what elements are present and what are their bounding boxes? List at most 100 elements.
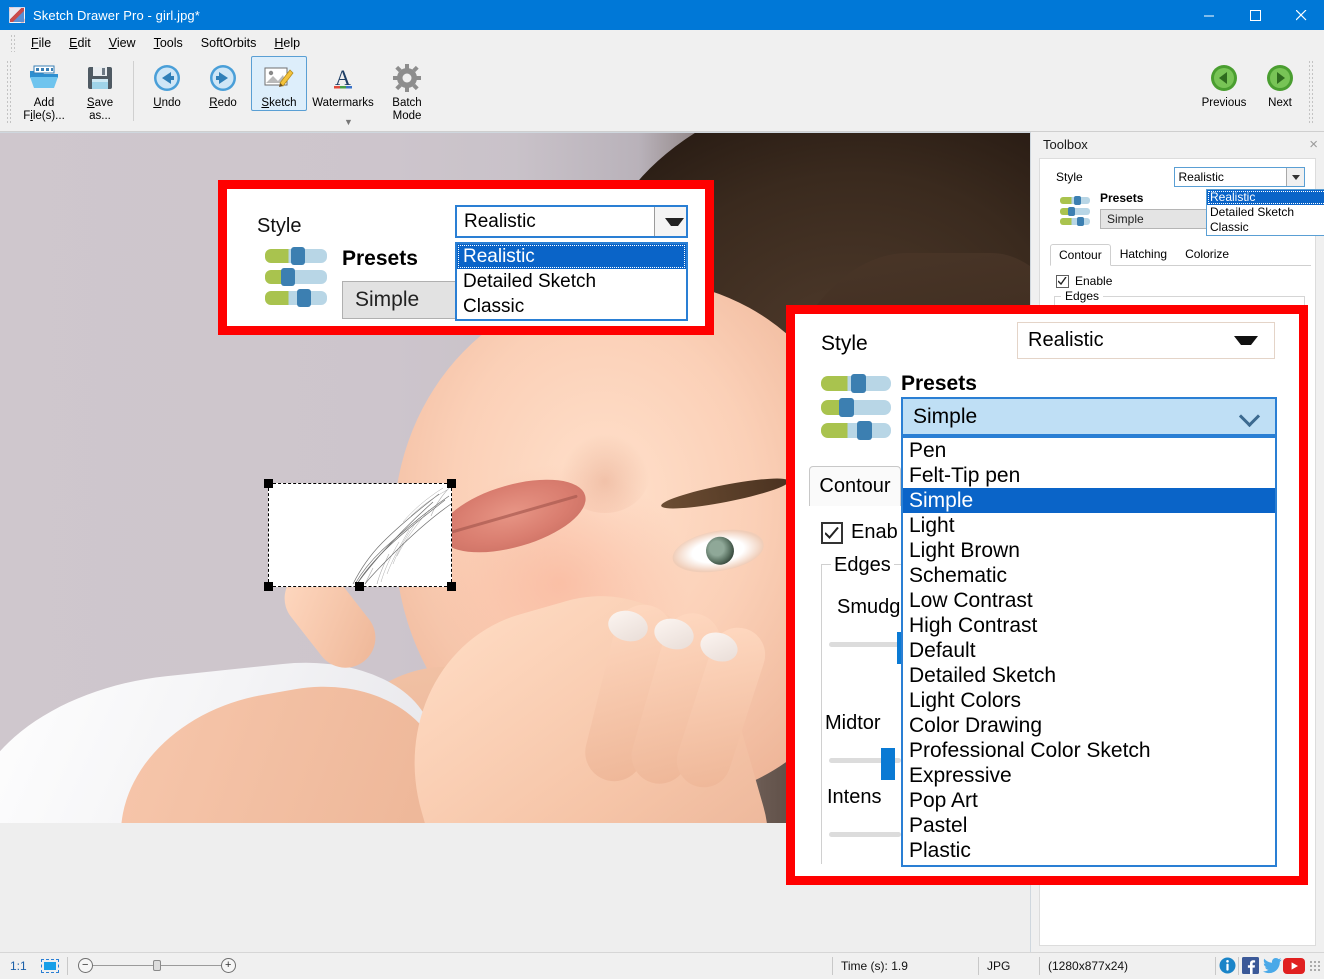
preset-option-pen[interactable]: Pen — [903, 438, 1275, 463]
fit-to-window-icon — [41, 959, 59, 973]
toolbox-title: Toolbox — [1043, 137, 1088, 152]
preset-option-pastel[interactable]: Pastel — [903, 813, 1275, 838]
callout-left-option-detailed-sketch[interactable]: Detailed Sketch — [457, 269, 686, 294]
toolbox-equalizer-icon — [1060, 197, 1090, 225]
next-button[interactable]: Next — [1252, 56, 1308, 111]
toolbox-style-option-classic[interactable]: Classic — [1207, 220, 1324, 235]
toolbox-enable-row[interactable]: Enable — [1040, 266, 1315, 288]
callout-right-presets-chevron-down-icon[interactable] — [1239, 406, 1260, 427]
batch-mode-button[interactable]: Batch Mode — [379, 56, 435, 124]
enable-checkbox[interactable] — [1056, 275, 1069, 288]
preset-option-light[interactable]: Light — [903, 513, 1275, 538]
redo-button[interactable]: Redo — [195, 56, 251, 111]
callout-right-presets-value: Simple — [903, 405, 977, 429]
callout-right-equalizer-icon — [821, 376, 891, 438]
tab-contour[interactable]: Contour — [1050, 244, 1111, 266]
preset-option-high-contrast[interactable]: High Contrast — [903, 613, 1275, 638]
callout-right-style-combo[interactable]: Realistic — [1017, 322, 1275, 359]
toolbar-overflow-icon[interactable]: ▼ — [344, 117, 353, 127]
toolbox-presets-combo[interactable]: Simple — [1100, 209, 1212, 229]
menu-tools[interactable]: Tools — [145, 33, 192, 53]
toolbox-header: Toolbox × — [1031, 132, 1324, 156]
zoom-in-button[interactable]: + — [221, 958, 236, 973]
preset-option-expressive[interactable]: Expressive — [903, 763, 1275, 788]
add-files-button[interactable]: Add File(s)... — [16, 56, 72, 124]
callout-left-option-classic[interactable]: Classic — [457, 294, 686, 319]
facebook-button[interactable] — [1239, 953, 1261, 979]
preset-option-schematic[interactable]: Schematic — [903, 563, 1275, 588]
menu-help[interactable]: Help — [265, 33, 309, 53]
tab-hatching[interactable]: Hatching — [1111, 243, 1176, 265]
twitter-button[interactable] — [1261, 953, 1283, 979]
selection-handle-bottom-left[interactable] — [264, 582, 273, 591]
maximize-button[interactable] — [1232, 0, 1278, 30]
toolbox-style-listbox[interactable]: Realistic Detailed Sketch Classic — [1206, 189, 1324, 236]
sketch-label: Sketch — [261, 97, 296, 110]
callout-right-midtones-slider[interactable] — [829, 752, 901, 768]
callout-right-style-chevron-down-icon[interactable] — [1234, 336, 1258, 345]
menu-file[interactable]: File — [22, 33, 60, 53]
minimize-button[interactable] — [1186, 0, 1232, 30]
preset-option-felt-tip-pen[interactable]: Felt-Tip pen — [903, 463, 1275, 488]
selection-handle-top-left[interactable] — [264, 479, 273, 488]
preset-option-light-colors[interactable]: Light Colors — [903, 688, 1275, 713]
callout-left-chevron-down-icon[interactable] — [654, 207, 686, 236]
preset-option-detailed-sketch[interactable]: Detailed Sketch — [903, 663, 1275, 688]
floppy-disk-icon — [86, 61, 114, 95]
toolbox-close-icon[interactable]: × — [1309, 137, 1318, 152]
callout-right-midtones-label: Midtor — [825, 712, 881, 735]
callout-right-presets-combo[interactable]: Simple — [901, 397, 1277, 436]
callout-right-enable-row[interactable]: Enab — [821, 521, 898, 544]
previous-label: Previous — [1202, 97, 1247, 110]
preset-option-professional-color-sketch[interactable]: Professional Color Sketch — [903, 738, 1275, 763]
callout-left-option-realistic[interactable]: Realistic — [457, 244, 686, 269]
save-as-button[interactable]: Save as... — [72, 56, 128, 124]
selection-handle-bottom-right[interactable] — [447, 582, 456, 591]
toolbar-tools-group: Sketch A Watermarks — [251, 56, 435, 130]
toolbox-style-option-realistic[interactable]: Realistic — [1207, 190, 1324, 205]
selection-handle-bottom-center[interactable] — [355, 582, 364, 591]
toolbox-style-row: Style Realistic — [1040, 159, 1315, 187]
menu-bar: File Edit View Tools SoftOrbits Help — [0, 30, 1324, 56]
previous-button[interactable]: Previous — [1196, 56, 1252, 111]
preset-option-low-contrast[interactable]: Low Contrast — [903, 588, 1275, 613]
window-title: Sketch Drawer Pro - girl.jpg* — [33, 8, 200, 23]
resize-grip-icon[interactable] — [1309, 960, 1321, 972]
fit-to-window-button[interactable] — [33, 953, 67, 979]
callout-left-style-listbox[interactable]: Realistic Detailed Sketch Classic — [455, 242, 688, 321]
callout-right-intensity-slider[interactable] — [829, 826, 901, 842]
menu-edit[interactable]: Edit — [60, 33, 100, 53]
toolbox-style-chevron-down-icon[interactable] — [1286, 168, 1304, 186]
zoom-out-button[interactable]: − — [78, 958, 93, 973]
preset-option-light-brown[interactable]: Light Brown — [903, 538, 1275, 563]
close-button[interactable] — [1278, 0, 1324, 30]
info-button[interactable] — [1216, 953, 1238, 979]
preset-option-color-drawing[interactable]: Color Drawing — [903, 713, 1275, 738]
callout-right-smudge-slider[interactable] — [829, 636, 901, 652]
undo-label: Undo — [153, 97, 181, 110]
preset-option-plastic[interactable]: Plastic — [903, 838, 1275, 863]
toolbox-style-combo[interactable]: Realistic — [1174, 167, 1305, 187]
watermarks-button[interactable]: A Watermarks — [307, 56, 379, 111]
tab-colorize[interactable]: Colorize — [1176, 243, 1238, 265]
youtube-button[interactable] — [1283, 953, 1305, 979]
toolbox-style-option-detailed-sketch[interactable]: Detailed Sketch — [1207, 205, 1324, 220]
sketch-button[interactable]: Sketch — [251, 56, 307, 111]
selection-handle-top-right[interactable] — [447, 479, 456, 488]
callout-right-presets-listbox[interactable]: Pen Felt-Tip pen Simple Light Light Brow… — [901, 436, 1277, 867]
preset-option-default[interactable]: Default — [903, 638, 1275, 663]
sketch-preview-selection[interactable] — [268, 483, 452, 587]
callout-right-enable-checkbox[interactable] — [821, 522, 843, 544]
undo-button[interactable]: Undo — [139, 56, 195, 111]
menu-softorbits[interactable]: SoftOrbits — [192, 33, 266, 53]
callout-left-style-combo[interactable]: Realistic — [455, 205, 688, 238]
zoom-slider-thumb[interactable] — [153, 960, 161, 971]
callout-right-tab-contour[interactable]: Contour — [809, 466, 901, 506]
zoom-slider[interactable]: − + — [68, 958, 246, 973]
preset-option-pop-art[interactable]: Pop Art — [903, 788, 1275, 813]
callout-left-presets-label: Presets — [342, 247, 418, 271]
menu-grip-icon — [10, 34, 16, 52]
preset-option-simple[interactable]: Simple — [903, 488, 1275, 513]
nav-grip-icon — [1308, 60, 1314, 124]
menu-view[interactable]: View — [100, 33, 145, 53]
